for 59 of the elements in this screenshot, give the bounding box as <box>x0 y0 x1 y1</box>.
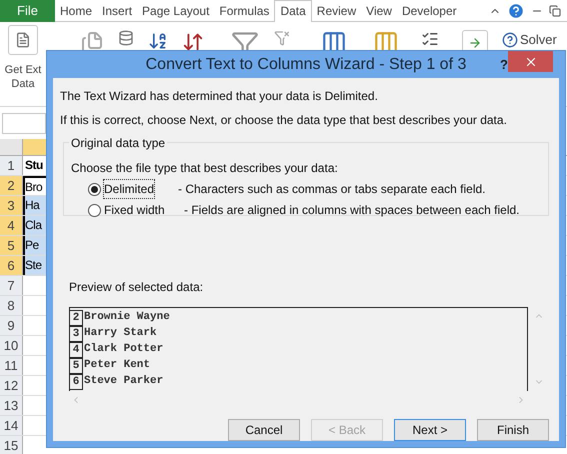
close-button[interactable] <box>508 51 553 72</box>
ribbon-tab[interactable]: Insert <box>97 0 138 22</box>
document-icon <box>15 32 31 48</box>
row-header[interactable]: 14 <box>0 416 23 435</box>
line-number: 4 <box>70 342 83 358</box>
help-button[interactable]: ? <box>500 55 508 74</box>
ribbon-tab[interactable]: Page Layout <box>137 0 214 22</box>
preview-line: Brownie Wayne <box>83 310 170 325</box>
row-header[interactable]: 12 <box>0 376 23 395</box>
row-header[interactable]: 3 <box>0 196 23 215</box>
ribbon-tab[interactable]: Home <box>55 0 98 22</box>
row-header[interactable]: 8 <box>0 296 23 315</box>
restore-icon[interactable] <box>549 4 561 16</box>
row-header[interactable]: 11 <box>0 356 23 375</box>
ribbon-tab[interactable]: View <box>361 0 397 22</box>
radio-button[interactable] <box>88 182 101 196</box>
ribbon-tab[interactable]: Data <box>274 0 312 22</box>
option-description: - Fields are aligned in columns with spaces between each field. <box>184 202 520 219</box>
row-header[interactable]: 5 <box>0 236 23 255</box>
dialog-button[interactable]: Next > <box>394 419 466 441</box>
intro-text: The Text Wizard has determined that your data is Delimited. <box>60 88 379 105</box>
prompt-text: Choose the file type that best describes your data: <box>71 160 339 177</box>
line-number: 5 <box>70 358 83 374</box>
ribbon-tab[interactable]: Review <box>312 0 362 22</box>
row-header[interactable]: 13 <box>0 396 23 415</box>
row-header[interactable]: 4 <box>0 216 23 235</box>
preview-line: Steve Parker <box>83 374 164 389</box>
radio-button[interactable] <box>88 204 101 216</box>
question-icon <box>502 32 518 48</box>
option-description: - Characters such as commas or tabs separate each field. <box>178 181 486 198</box>
radio-label[interactable]: Fixed width <box>104 201 184 219</box>
get-external-data-button[interactable]: Get Ext Data <box>0 22 46 106</box>
ribbon-tab[interactable]: Formulas <box>214 0 274 22</box>
clear-filter-icon[interactable] <box>274 30 290 46</box>
intro-text: If this is correct, choose Next, or choose the data type that best describes your data. <box>60 112 508 129</box>
help-icon[interactable] <box>507 2 525 20</box>
solver-button[interactable]: Solver <box>502 30 557 50</box>
dialog-button[interactable]: Finish <box>477 419 549 441</box>
dialog-title: Convert Text to Columns Wizard - Step 1 of 3 <box>146 54 466 74</box>
row-header[interactable]: 15 <box>0 436 23 454</box>
preview-label: Preview of selected data: <box>69 279 204 296</box>
checklist-icon[interactable] <box>420 30 440 48</box>
line-number: 6 <box>70 374 83 390</box>
line-number: 3 <box>70 326 83 342</box>
radio-label[interactable]: Delimited <box>104 180 154 198</box>
row-header[interactable]: 10 <box>0 336 23 355</box>
row-header[interactable]: 2 <box>0 176 23 195</box>
row-header[interactable]: 9 <box>0 316 23 335</box>
line-number: 2 <box>70 310 83 326</box>
file-tab[interactable]: File <box>0 0 55 22</box>
ribbon-tab[interactable]: Developer <box>396 0 462 22</box>
row-header[interactable]: 1 <box>0 156 23 175</box>
dialog-button[interactable]: Cancel <box>228 419 300 441</box>
row-header[interactable]: 7 <box>0 276 23 295</box>
row-header[interactable]: 6 <box>0 256 23 275</box>
preview-line: Clark Potter <box>83 342 164 357</box>
preview-line: Peter Kent <box>83 358 150 373</box>
preview-line: Harry Stark <box>83 326 157 341</box>
database-icon[interactable] <box>118 30 134 46</box>
